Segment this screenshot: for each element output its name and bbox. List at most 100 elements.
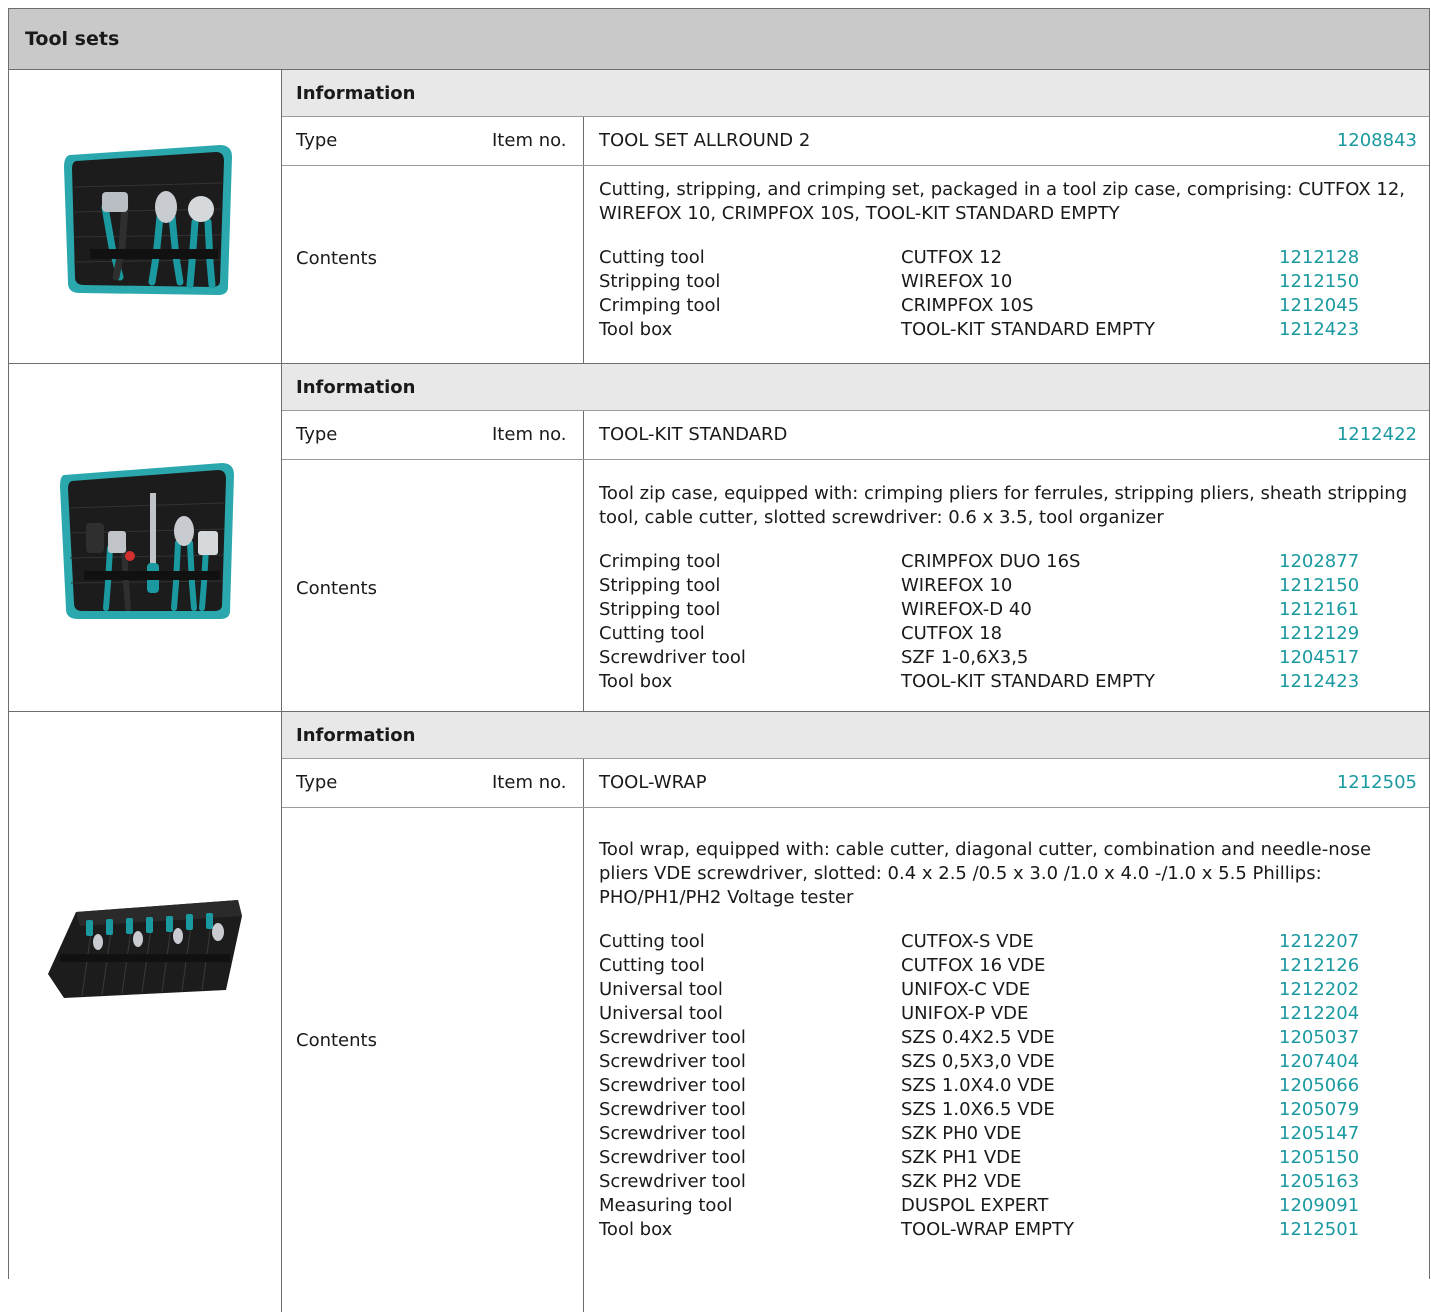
product-code-link[interactable]: 1212422 [1337, 424, 1417, 445]
component-name: WIREFOX-D 40 [901, 599, 1032, 620]
component-code-link[interactable]: 1205037 [1279, 1026, 1359, 1050]
column-divider [583, 411, 584, 459]
component-name: TOOL-KIT STANDARD EMPTY [901, 319, 1155, 340]
component-name: CRIMPFOX 10S [901, 295, 1034, 316]
component-category: Screwdriver tool [599, 1171, 746, 1192]
component-code-link[interactable]: 1212423 [1279, 670, 1359, 694]
contents-label: Contents [296, 248, 377, 269]
component-category: Crimping tool [599, 551, 721, 572]
component-name: SZK PH0 VDE [901, 1123, 1022, 1144]
component-row: Cutting tool CUTFOX 16 VDE 1212126 [599, 954, 1415, 978]
tool-case-image [64, 144, 232, 295]
component-code-link[interactable]: 1205150 [1279, 1146, 1359, 1170]
page-title: Tool sets [9, 9, 1429, 70]
component-name: SZS 0,5X3,0 VDE [901, 1051, 1055, 1072]
component-name: CUTFOX 18 [901, 623, 1003, 644]
contents-row: Contents Cutting, stripping, and crimpin… [282, 166, 1429, 363]
component-code-link[interactable]: 1212204 [1279, 1002, 1359, 1026]
contents-row: Contents Tool wrap, equipped with: cable… [282, 808, 1429, 1312]
component-row: Screwdriver tool SZK PH0 VDE 1205147 [599, 1122, 1415, 1146]
component-code-link[interactable]: 1212128 [1279, 246, 1359, 270]
component-name: SZS 1.0X6.5 VDE [901, 1099, 1055, 1120]
component-name: SZS 1.0X4.0 VDE [901, 1075, 1055, 1096]
component-code-link[interactable]: 1204517 [1279, 646, 1359, 670]
component-code-link[interactable]: 1202877 [1279, 550, 1359, 574]
information-header: Information [282, 70, 1429, 117]
component-name: UNIFOX-C VDE [901, 979, 1031, 1000]
component-name: SZK PH1 VDE [901, 1147, 1022, 1168]
product-description: Tool zip case, equipped with: crimping p… [599, 483, 1408, 528]
product-code-link[interactable]: 1208843 [1337, 130, 1417, 151]
component-code-link[interactable]: 1205147 [1279, 1122, 1359, 1146]
component-code-link[interactable]: 1212501 [1279, 1218, 1359, 1242]
component-category: Cutting tool [599, 623, 705, 644]
component-code-link[interactable]: 1212150 [1279, 270, 1359, 294]
column-divider [583, 117, 584, 165]
component-category: Cutting tool [599, 955, 705, 976]
component-name: CUTFOX-S VDE [901, 931, 1034, 952]
tool-sets-table: Tool sets Information Type Item no. TOOL… [8, 8, 1430, 1312]
component-row: Universal tool UNIFOX-P VDE 1212204 [599, 1002, 1415, 1026]
component-code-link[interactable]: 1212161 [1279, 598, 1359, 622]
component-row: Stripping tool WIREFOX 10 1212150 [599, 574, 1415, 598]
component-name: SZS 0.4X2.5 VDE [901, 1027, 1055, 1048]
component-row: Cutting tool CUTFOX 12 1212128 [599, 246, 1415, 270]
contents-label: Contents [296, 578, 377, 599]
product-name: TOOL-WRAP [599, 772, 707, 793]
component-category: Screwdriver tool [599, 1075, 746, 1096]
component-row: Cutting tool CUTFOX 18 1212129 [599, 622, 1415, 646]
component-row: Screwdriver tool SZS 1.0X6.5 VDE 1205079 [599, 1098, 1415, 1122]
type-row: Type Item no. TOOL-KIT STANDARD 1212422 [282, 411, 1429, 460]
type-label: Type [296, 424, 338, 445]
product-block: Information Type Item no. TOOL SET ALLRO… [9, 70, 1429, 364]
component-code-link[interactable]: 1207404 [1279, 1050, 1359, 1074]
tool-case-image [60, 462, 234, 619]
component-row: Universal tool UNIFOX-C VDE 1212202 [599, 978, 1415, 1002]
component-code-link[interactable]: 1212207 [1279, 930, 1359, 954]
product-code-link[interactable]: 1212505 [1337, 772, 1417, 793]
component-code-link[interactable]: 1212126 [1279, 954, 1359, 978]
product-name: TOOL-KIT STANDARD [599, 424, 788, 445]
tool-wrap-image [48, 900, 242, 998]
product-image [9, 70, 282, 363]
component-code-link[interactable]: 1205079 [1279, 1098, 1359, 1122]
component-name: SZK PH2 VDE [901, 1171, 1022, 1192]
component-name: WIREFOX 10 [901, 271, 1013, 292]
component-code-link[interactable]: 1212150 [1279, 574, 1359, 598]
contents-body: Tool wrap, equipped with: cable cutter, … [599, 838, 1415, 1242]
component-category: Cutting tool [599, 247, 705, 268]
contents-row: Contents Tool zip case, equipped with: c… [282, 460, 1429, 711]
column-divider [583, 808, 584, 1312]
component-code-link[interactable]: 1212129 [1279, 622, 1359, 646]
information-header: Information [282, 364, 1429, 411]
component-name: SZF 1-0,6X3,5 [901, 647, 1029, 668]
component-category: Crimping tool [599, 295, 721, 316]
component-name: CRIMPFOX DUO 16S [901, 551, 1081, 572]
product-description: Tool wrap, equipped with: cable cutter, … [599, 839, 1372, 908]
component-row: Cutting tool CUTFOX-S VDE 1212207 [599, 930, 1415, 954]
product-block: Information Type Item no. TOOL-WRAP 1212… [9, 712, 1429, 1312]
component-category: Tool box [599, 671, 673, 692]
component-category: Stripping tool [599, 599, 721, 620]
component-category: Screwdriver tool [599, 1099, 746, 1120]
column-divider [583, 460, 584, 711]
component-category: Cutting tool [599, 931, 705, 952]
component-code-link[interactable]: 1212202 [1279, 978, 1359, 1002]
component-name: DUSPOL EXPERT [901, 1195, 1049, 1216]
product-image [9, 712, 282, 1312]
component-code-link[interactable]: 1209091 [1279, 1194, 1359, 1218]
component-code-link[interactable]: 1205066 [1279, 1074, 1359, 1098]
component-row: Screwdriver tool SZS 0.4X2.5 VDE 1205037 [599, 1026, 1415, 1050]
component-category: Screwdriver tool [599, 647, 746, 668]
component-code-link[interactable]: 1212045 [1279, 294, 1359, 318]
component-row: Tool box TOOL-KIT STANDARD EMPTY 1212423 [599, 318, 1415, 342]
component-row: Measuring tool DUSPOL EXPERT 1209091 [599, 1194, 1415, 1218]
component-name: CUTFOX 12 [901, 247, 1003, 268]
component-category: Tool box [599, 1219, 673, 1240]
type-row: Type Item no. TOOL SET ALLROUND 2 120884… [282, 117, 1429, 166]
component-code-link[interactable]: 1205163 [1279, 1170, 1359, 1194]
component-category: Tool box [599, 319, 673, 340]
component-code-link[interactable]: 1212423 [1279, 318, 1359, 342]
component-name: WIREFOX 10 [901, 575, 1013, 596]
component-category: Universal tool [599, 1003, 723, 1024]
